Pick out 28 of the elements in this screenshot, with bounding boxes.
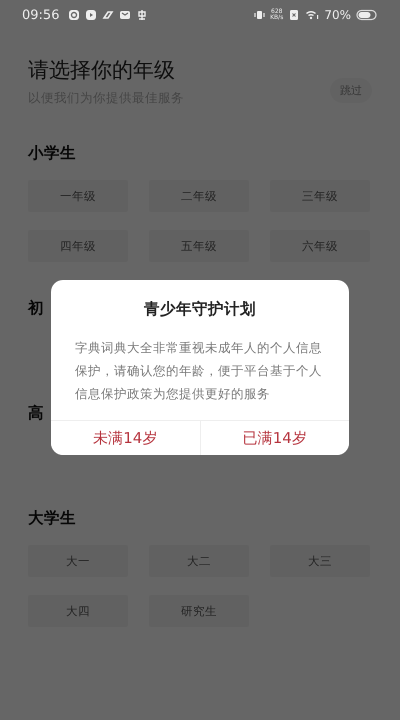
- grade-button[interactable]: 五年级: [149, 230, 249, 262]
- grade-button[interactable]: 六年级: [270, 230, 370, 262]
- grade-button[interactable]: 大一: [28, 545, 128, 577]
- section-title: 初: [28, 298, 44, 319]
- dialog-message: 字典词典大全非常重视未成年人的个人信息保护，请确认您的年龄，便于平台基于个人信息保护政策为您提供更好的服务: [75, 339, 323, 403]
- section-title: 大学生: [28, 508, 76, 529]
- section-title: 小学生: [28, 143, 76, 164]
- battery-level: 70%: [324, 8, 351, 22]
- dialog-title: 青少年守护计划: [144, 299, 256, 320]
- mail-notification-icon: [119, 9, 132, 21]
- age-button[interactable]: 已满14岁: [200, 421, 349, 455]
- battery-icon: [356, 9, 378, 21]
- section-title: 高: [28, 403, 44, 424]
- vibrate-icon: [253, 9, 266, 21]
- video-notification-icon: [85, 9, 98, 21]
- grade-button[interactable]: 二年级: [149, 180, 249, 212]
- grade-button[interactable]: 一年级: [28, 180, 128, 212]
- grade-button[interactable]: 三年级: [270, 180, 370, 212]
- wifi-icon: [305, 9, 320, 21]
- grade-button[interactable]: 四年级: [28, 230, 128, 262]
- grade-button[interactable]: 大四: [28, 595, 128, 627]
- grade-button[interactable]: 大三: [270, 545, 370, 577]
- app-notification-icon: [68, 9, 80, 21]
- sim-icon: [288, 9, 300, 21]
- status-time: 09:56: [22, 8, 60, 22]
- grade-button[interactable]: 大二: [149, 545, 249, 577]
- page-title: 请选择你的年级: [28, 57, 176, 84]
- grade-button[interactable]: 研究生: [149, 595, 249, 627]
